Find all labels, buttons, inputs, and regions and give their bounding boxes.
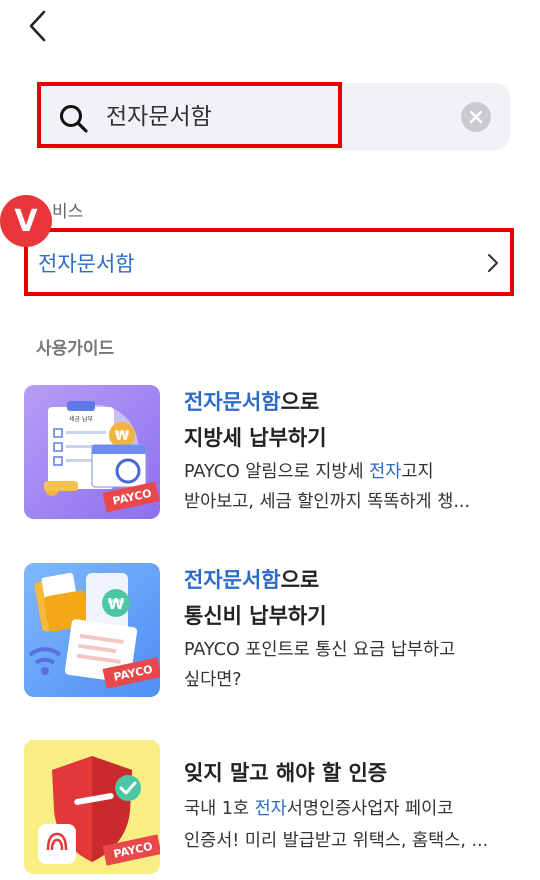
section-label-service: 비스	[52, 202, 84, 222]
guide-desc: 국내 1호 전자서명인증사업자 페이코	[184, 799, 454, 819]
svg-text:₩: ₩	[115, 429, 130, 444]
guide-item-telecom[interactable]: ₩ PAYCO 전자문서함으로 통신비 납부하기 PAYCO 포인트로 통신 요…	[24, 563, 524, 699]
guide-item-local-tax[interactable]: 세금 납부 ₩ PAYCO 전자문서함으로 지방세 납부하기 PAYCO 알림으…	[24, 385, 524, 521]
thumb-doc-title: 세금 납부	[69, 415, 93, 423]
highlight-box-service	[24, 228, 514, 296]
highlight-box-search	[37, 82, 342, 148]
svg-text:₩: ₩	[108, 595, 125, 613]
guide-thumbnail: PAYCO	[24, 740, 160, 874]
guide-item-certificate[interactable]: PAYCO 잊지 말고 해야 할 인증 국내 1호 전자서명인증사업자 페이코 …	[24, 740, 524, 876]
step-badge: V	[0, 195, 52, 247]
guide-desc: PAYCO 포인트로 통신 요금 납부하고	[184, 640, 456, 660]
guide-thumbnail: 세금 납부 ₩ PAYCO	[24, 385, 160, 519]
chevron-left-icon	[29, 10, 46, 42]
guide-desc-line2: 받아보고, 세금 할인까지 똑똑하게 챙...	[184, 492, 471, 512]
guide-title: 전자문서함으로	[184, 390, 320, 414]
close-icon	[469, 110, 483, 124]
guide-thumbnail: ₩ PAYCO	[24, 563, 160, 697]
guide-title-line2: 지방세 납부하기	[184, 426, 327, 450]
guide-desc-line2: 인증서! 미리 발급받고 위택스, 홈택스, ...	[184, 831, 489, 851]
telecom-bill-illustration: ₩ PAYCO	[24, 563, 160, 697]
guide-title: 잊지 말고 해야 할 인증	[184, 761, 388, 785]
guide-title-line2: 통신비 납부하기	[184, 604, 327, 628]
guide-desc-line2: 싶다면?	[184, 670, 242, 690]
tax-document-illustration: 세금 납부 ₩ PAYCO	[24, 385, 160, 519]
guide-desc: PAYCO 알림으로 지방세 전자고지	[184, 462, 434, 482]
guide-title: 전자문서함으로	[184, 568, 320, 592]
clear-search-button[interactable]	[461, 102, 491, 132]
section-label-guide: 사용가이드	[36, 339, 115, 359]
certificate-shield-illustration: PAYCO	[24, 740, 160, 874]
back-button[interactable]	[24, 8, 54, 44]
